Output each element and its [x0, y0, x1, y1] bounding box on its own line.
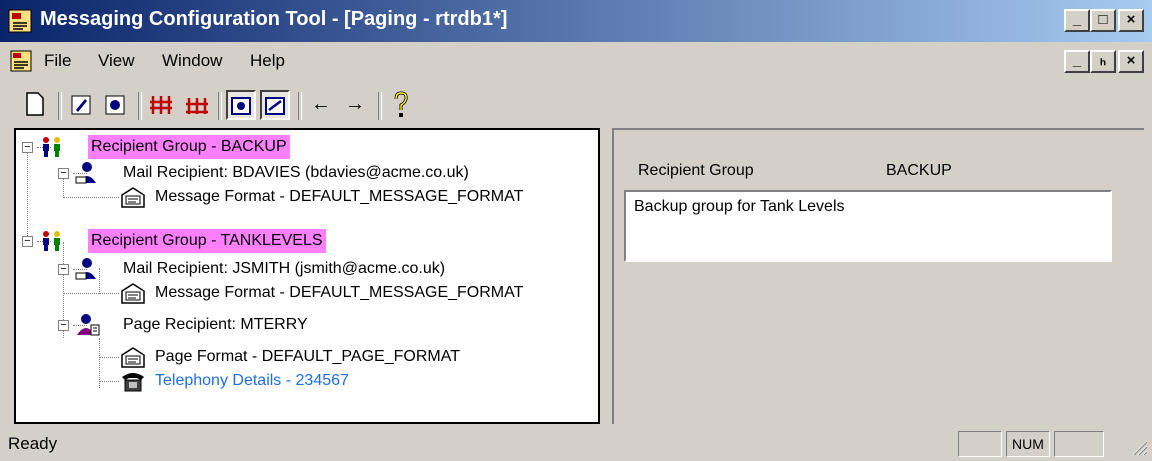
window-title: Messaging Configuration Tool - [Paging -…	[40, 8, 508, 30]
remove-group-icon	[186, 98, 208, 114]
tree-connector	[63, 293, 119, 294]
close-button[interactable]: ×	[1118, 9, 1144, 32]
collapse-toggle[interactable]: −	[58, 320, 69, 331]
status-panel-caps	[958, 431, 1002, 457]
tree-node-mail-recipient[interactable]: Mail Recipient: BDAVIES (bdavies@acme.co…	[120, 161, 472, 185]
tree-node-group-backup[interactable]: Recipient Group - BACKUP	[88, 135, 290, 159]
app-icon	[8, 9, 32, 33]
toolbar-separator	[378, 92, 382, 120]
tree-node-message-format[interactable]: Message Format - DEFAULT_MESSAGE_FORMAT	[152, 185, 526, 209]
tree-node-page-format[interactable]: Page Format - DEFAULT_PAGE_FORMAT	[152, 345, 463, 369]
mail-recipient-icon	[75, 258, 96, 280]
recipient-group-value: BACKUP	[886, 162, 952, 179]
menu-file[interactable]: File	[44, 51, 71, 71]
status-panel-scroll	[1054, 431, 1104, 457]
new-document-icon	[26, 92, 44, 116]
status-panel-num: NUM	[1006, 431, 1050, 457]
pane-splitter[interactable]	[604, 128, 612, 424]
recipient-group-icon	[43, 137, 60, 157]
menu-view[interactable]: View	[98, 51, 135, 71]
toolbar: ← →	[8, 86, 508, 124]
tree-node-label: Page Format - DEFAULT_PAGE_FORMAT	[155, 348, 460, 365]
status-text: Ready	[8, 434, 58, 453]
view-list-icon	[231, 97, 251, 115]
message-format-icon	[121, 283, 145, 304]
toolbar-separator	[58, 92, 62, 120]
help-button[interactable]	[386, 90, 416, 120]
collapse-toggle[interactable]: −	[58, 264, 69, 275]
resize-grip-icon[interactable]	[1130, 438, 1148, 456]
tree-node-mail-recipient[interactable]: Mail Recipient: JSMITH (jsmith@acme.co.u…	[120, 257, 448, 281]
tree-node-label: Recipient Group - BACKUP	[88, 135, 290, 159]
properties-button[interactable]	[100, 90, 130, 120]
collapse-toggle[interactable]: −	[58, 168, 69, 179]
tree-node-label: Page Recipient: MTERRY	[123, 316, 308, 333]
menu-help[interactable]: Help	[250, 51, 285, 71]
add-group-icon	[150, 96, 172, 114]
forward-button[interactable]: →	[340, 90, 370, 120]
view-list-button[interactable]	[226, 90, 256, 120]
tree-node-message-format[interactable]: Message Format - DEFAULT_MESSAGE_FORMAT	[152, 281, 526, 305]
edit-icon	[71, 95, 91, 115]
tree-connector	[99, 357, 119, 358]
toolbar-separator	[298, 92, 302, 120]
tree-node-telephony[interactable]: Telephony Details - 234567	[152, 369, 352, 393]
doc-restore-button[interactable]: ₕ	[1090, 50, 1116, 73]
tree-node-label: Recipient Group - TANKLEVELS	[88, 229, 326, 253]
help-icon	[394, 91, 408, 117]
properties-icon	[105, 95, 125, 115]
tree-connector	[63, 197, 119, 198]
doc-close-button[interactable]: ×	[1118, 50, 1144, 73]
group-description-field[interactable]: Backup group for Tank Levels	[624, 190, 1112, 262]
tree-connector	[27, 146, 28, 242]
back-button[interactable]: ←	[306, 90, 336, 120]
menu-bar: File View Window Help _ ₕ ×	[0, 42, 1152, 80]
tree-node-page-recipient[interactable]: Page Recipient: MTERRY	[120, 313, 311, 337]
recipient-tree[interactable]: − Recipient Group - BACKUP − Mail Recipi…	[14, 128, 600, 424]
message-format-icon	[121, 187, 145, 208]
minimize-button[interactable]: _	[1064, 9, 1090, 32]
recipient-group-label: Recipient Group	[638, 162, 754, 179]
tree-node-label: Mail Recipient: BDAVIES (bdavies@acme.co…	[123, 164, 469, 181]
remove-group-button[interactable]	[182, 90, 212, 120]
toolbar-separator	[218, 92, 222, 120]
tree-node-label: Telephony Details - 234567	[155, 372, 349, 389]
menu-window[interactable]: Window	[162, 51, 222, 71]
telephone-icon	[122, 373, 144, 392]
status-bar: Ready NUM	[0, 426, 1152, 461]
page-recipient-icon	[77, 314, 100, 336]
tree-node-group-tanklevels[interactable]: Recipient Group - TANKLEVELS	[88, 229, 326, 253]
toolbar-separator	[138, 92, 142, 120]
maximize-button[interactable]: □	[1090, 9, 1116, 32]
recipient-group-icon	[43, 231, 60, 251]
tree-node-label: Message Format - DEFAULT_MESSAGE_FORMAT	[155, 284, 524, 301]
page-format-icon	[121, 347, 145, 368]
detail-pane: Recipient Group BACKUP Backup group for …	[612, 128, 1144, 424]
add-group-button[interactable]	[146, 90, 176, 120]
edit-button[interactable]	[66, 90, 96, 120]
view-detail-button[interactable]	[260, 90, 290, 120]
tree-connector	[99, 381, 119, 382]
collapse-toggle[interactable]: −	[22, 142, 33, 153]
tree-node-label: Mail Recipient: JSMITH (jsmith@acme.co.u…	[123, 260, 446, 277]
mail-recipient-icon	[75, 162, 96, 184]
title-bar: Messaging Configuration Tool - [Paging -…	[0, 0, 1152, 42]
document-icon[interactable]	[10, 50, 32, 72]
new-button[interactable]	[20, 90, 50, 120]
doc-minimize-button[interactable]: _	[1064, 50, 1090, 73]
view-detail-icon	[265, 97, 285, 115]
collapse-toggle[interactable]: −	[22, 236, 33, 247]
tree-node-label: Message Format - DEFAULT_MESSAGE_FORMAT	[155, 188, 524, 205]
